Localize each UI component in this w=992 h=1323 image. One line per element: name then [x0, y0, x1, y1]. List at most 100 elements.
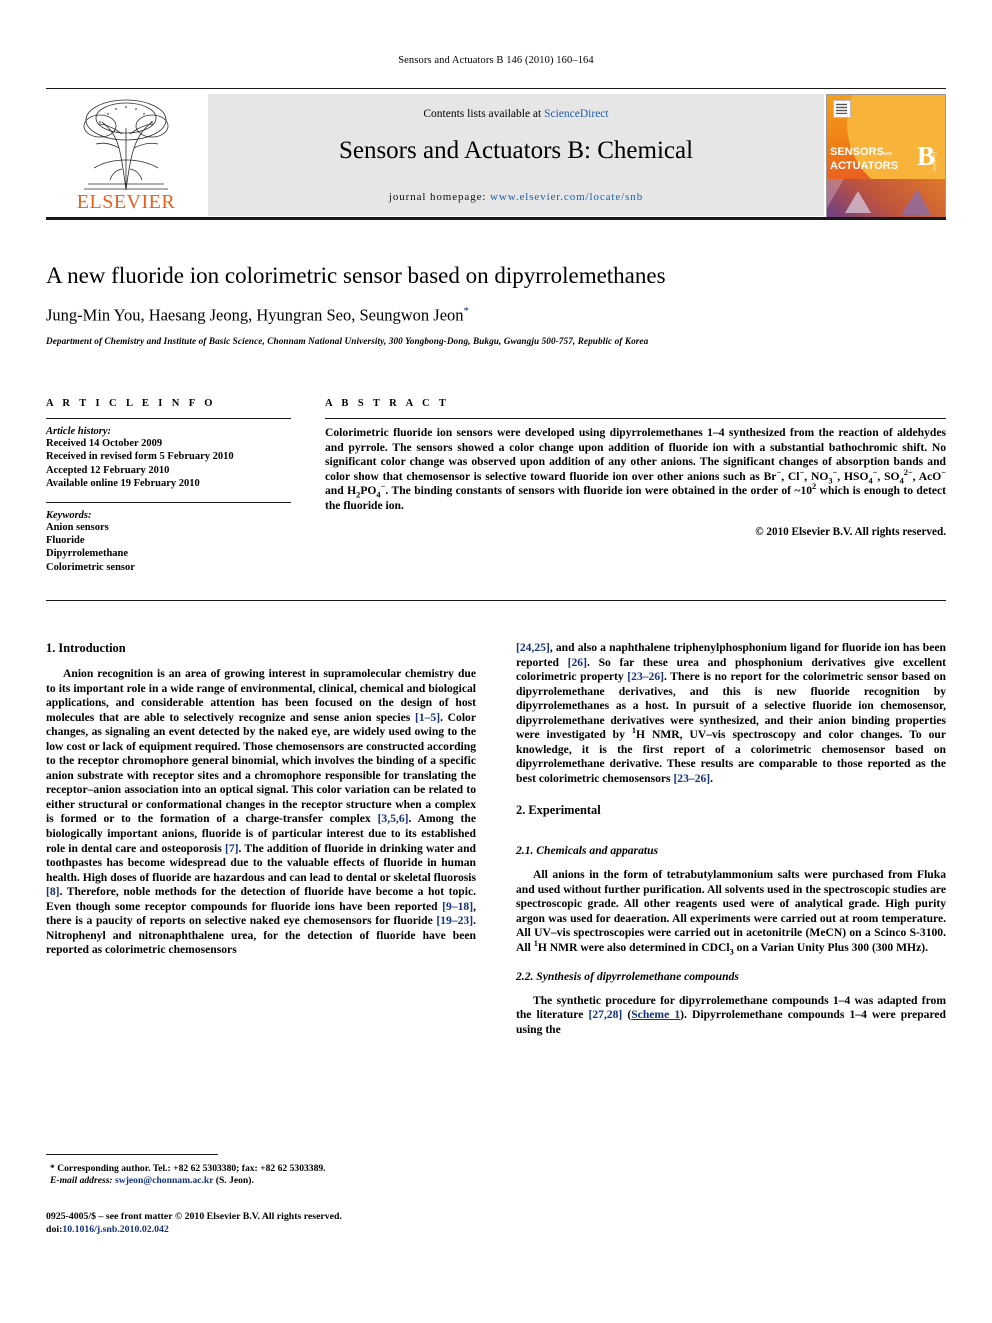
abstract-column: A B S T R A C T Colorimetric fluoride io… [325, 398, 946, 538]
abstract-aco-charge: − [941, 467, 947, 477]
citation-1-5[interactable]: [1–5] [415, 711, 440, 724]
article-history-label: Article history: [46, 426, 112, 437]
contents-list-line: Contents lists available at ScienceDirec… [208, 108, 824, 120]
email-label: E-mail address: [50, 1175, 113, 1187]
subsection-heading-synthesis: 2.2. Synthesis of dipyrrolemethane compo… [516, 970, 739, 984]
homepage-label: journal homepage: [388, 191, 487, 203]
keywords-label: Keywords: [46, 509, 92, 521]
citation-9-18[interactable]: [9–18] [442, 900, 473, 913]
citation-19-23[interactable]: [19–23] [436, 914, 473, 927]
corresponding-author-marker: * [463, 305, 470, 317]
citation-23-26-second[interactable]: [23–26] [673, 772, 710, 785]
article-info-rule [46, 418, 291, 419]
cover-title-band: SENSORSand ACTUATORS [827, 145, 925, 174]
history-accepted: Accepted 12 February 2010 [46, 464, 170, 476]
spacer-before-sub22 [516, 955, 946, 970]
intro-text-a: Anion recognition is an area of growing … [46, 667, 476, 724]
introduction-paragraph: Anion recognition is an area of growing … [46, 667, 476, 958]
spacer-before-experimental [516, 786, 946, 803]
keywords-rule [46, 501, 291, 503]
introduction-paragraph-continued: [24,25], and also a naphthalene tripheny… [516, 641, 946, 786]
subsection-heading-chemicals-apparatus: 2.1. Chemicals and apparatus [516, 844, 659, 858]
abstract-part-f: , AcO [912, 469, 942, 483]
abstract-text: Colorimetric fluoride ion sensors were d… [325, 426, 946, 514]
history-revised: Received in revised form 5 February 2010 [46, 451, 234, 463]
abstract-part-h: PO [360, 484, 377, 498]
abstract-part-i: . The binding constants of sensors with … [385, 484, 813, 498]
doi-line: doi:10.1016/j.snb.2010.02.042 [46, 1224, 486, 1237]
spacer-before-sub21 [516, 829, 946, 844]
history-online: Available online 19 February 2010 [46, 478, 200, 490]
footnote-rule [46, 1154, 218, 1155]
footnote-block: * Corresponding author. Tel.: +82 62 530… [46, 1163, 476, 1188]
abstract-part-b: , Cl [781, 469, 800, 483]
citation-27-28[interactable]: [27,28] [588, 1008, 622, 1021]
imprint-block: 0925-4005/$ – see front matter © 2010 El… [46, 1211, 486, 1236]
corresponding-author-note: * Corresponding author. Tel.: +82 62 530… [50, 1163, 326, 1174]
abstract-so4-charge: 2− [903, 467, 913, 477]
citation-3-5-6[interactable]: [3,5,6] [378, 812, 409, 825]
elsevier-logo: ELSEVIER [52, 94, 200, 216]
abstract-part-d: , HSO [837, 469, 869, 483]
info-abstract-bottom-rule [46, 600, 946, 601]
keyword-anion-sensors: Anion sensors [46, 521, 109, 533]
cover-title-line1: SENSORS [830, 146, 884, 158]
journal-homepage-line: journal homepage: www.elsevier.com/locat… [208, 191, 824, 203]
abstract-rule [325, 418, 946, 419]
email-owner: (S. Jeon). [215, 1175, 254, 1187]
authors-names: Jung-Min You, Haesang Jeong, Hyungran Se… [46, 305, 464, 325]
scheme-1-link[interactable]: Scheme 1 [631, 1008, 680, 1021]
citation-8[interactable]: [8] [46, 885, 60, 898]
email-link[interactable]: swjeon@chonnam.ac.kr [115, 1175, 213, 1186]
history-received: Received 14 October 2009 [46, 438, 163, 449]
elsevier-tree-icon [83, 99, 169, 191]
sciencedirect-link[interactable]: ScienceDirect [544, 108, 609, 120]
copyright-line: © 2010 Elsevier B.V. All rights reserved… [755, 525, 946, 538]
abstract-part-c: , NO [804, 469, 829, 483]
masthead-top-rule [46, 88, 946, 89]
keyword-fluoride: Fluoride [46, 535, 85, 547]
citation-24-25[interactable]: [24,25] [516, 641, 550, 654]
masthead-bottom-rule [46, 217, 946, 220]
journal-article-page: Sensors and Actuators B 146 (2010) 160–1… [0, 0, 992, 1323]
affiliation: Department of Chemistry and Institute of… [46, 335, 649, 346]
abstract-heading: A B S T R A C T [325, 398, 450, 409]
elsevier-wordmark: ELSEVIER [76, 191, 176, 213]
article-title: A new fluoride ion colorimetric sensor b… [46, 263, 666, 288]
email-note: E-mail address: swjeon@chonnam.ac.kr (S.… [46, 1175, 476, 1187]
body-column-left: 1. Introduction Anion recognition is an … [46, 641, 476, 958]
section-heading-experimental: 2. Experimental [516, 803, 601, 818]
doi-label: doi: [46, 1223, 63, 1235]
doi-value[interactable]: 10.1016/j.snb.2010.02.042 [62, 1224, 168, 1235]
abstract-part-g: and H [325, 484, 357, 498]
abstract-part-e: , SO [877, 469, 900, 483]
journal-title: Sensors and Actuators B: Chemical [338, 137, 694, 164]
intro-text-l: . [710, 771, 714, 785]
cover-title-line2: ACTUATORS [830, 159, 899, 172]
article-info-heading: A R T I C L E I N F O [46, 398, 216, 409]
intro-text-e: . Therefore, noble methods for the detec… [46, 885, 476, 913]
journal-cover-thumbnail: SENSORSand ACTUATORS B Chemical [826, 94, 946, 218]
citation-26[interactable]: [26] [568, 656, 587, 669]
citation-23-26[interactable]: [23–26] [627, 670, 664, 683]
keyword-colorimetric-sensor: Colorimetric sensor [46, 561, 135, 573]
intro-text-b: . Color changes, as signaling an event d… [46, 710, 476, 826]
body-column-right: [24,25], and also a naphthalene tripheny… [516, 641, 946, 1037]
title-block: A new fluoride ion colorimetric sensor b… [46, 262, 946, 346]
chemicals-apparatus-paragraph: All anions in the form of tetrabutylammo… [516, 868, 946, 956]
cover-title-and: and [883, 151, 893, 157]
masthead-banner: Contents lists available at ScienceDirec… [208, 94, 824, 216]
issn-front-matter: 0925-4005/$ – see front matter © 2010 El… [46, 1211, 342, 1222]
article-info-column: A R T I C L E I N F O Article history: R… [46, 398, 291, 574]
cover-bottom-artwork [827, 179, 945, 217]
synthesis-paragraph: The synthetic procedure for dipyrrolemet… [516, 994, 946, 1038]
contents-prefix: Contents lists available at [423, 108, 545, 120]
running-head: Sensors and Actuators B 146 (2010) 160–1… [398, 55, 594, 66]
sub21-text-b: H NMR were also determined in CDCl [537, 940, 730, 954]
keyword-dipyrrolemethane: Dipyrrolemethane [46, 548, 129, 560]
citation-7[interactable]: [7] [225, 842, 239, 855]
sub21-text-c: on a Varian Unity Plus 300 (300 MHz). [733, 940, 928, 954]
journal-masthead: ELSEVIER Contents lists available at Sci… [46, 88, 946, 220]
cover-subtitle: Chemical [931, 151, 936, 171]
homepage-url-link[interactable]: www.elsevier.com/locate/snb [490, 191, 643, 203]
